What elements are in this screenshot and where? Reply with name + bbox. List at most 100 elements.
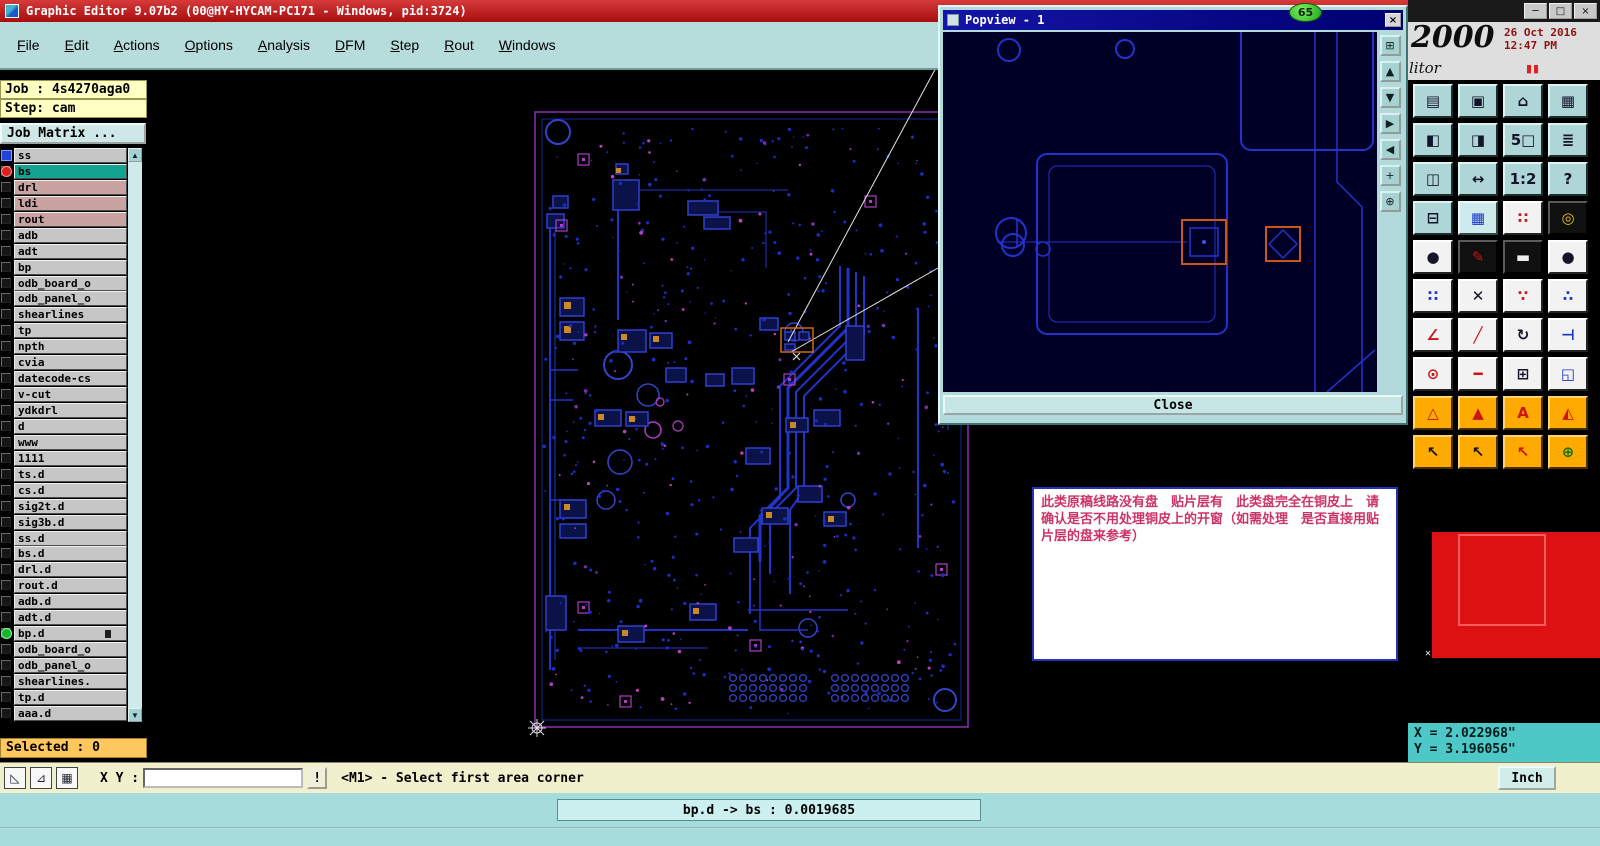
pause-icon[interactable]: ▮▮ (1526, 62, 1540, 75)
pick-tool-icon[interactable]: ⊕ (1548, 435, 1588, 469)
zoom-preset-icon[interactable]: 5□ (1503, 123, 1543, 157)
select-cursor-dot-icon[interactable]: ↖ (1458, 435, 1498, 469)
layer-name[interactable]: sig3b.d (14, 514, 127, 530)
maximize-icon[interactable]: □ (1549, 3, 1572, 19)
layer-row-aaa.d[interactable]: aaa.d (0, 705, 128, 722)
layer-visibility-checkbox[interactable] (1, 707, 11, 718)
alert-button[interactable]: ! (307, 767, 328, 789)
layer-name[interactable]: ldi (14, 195, 127, 211)
xy-input[interactable] (143, 768, 304, 788)
layer-visibility-checkbox[interactable] (1, 373, 11, 384)
layer-row-adb.d[interactable]: adb.d (0, 594, 128, 610)
layer-name[interactable]: www (14, 434, 127, 450)
layer-name[interactable]: ss (14, 148, 127, 163)
layer-row-odb_panel_o[interactable]: odb_panel_o (0, 658, 128, 674)
layer-visibility-checkbox[interactable] (1, 309, 11, 320)
layer-visibility-checkbox[interactable] (1, 389, 11, 400)
layer-row-odb_panel_o[interactable]: odb_panel_o (0, 291, 128, 307)
layer-row-adt[interactable]: adt (0, 243, 128, 260)
small-target-icon[interactable]: ⊙ (1413, 357, 1453, 391)
layer-row-drl.d[interactable]: drl.d (0, 562, 128, 578)
layer-row-ss[interactable]: ss (0, 148, 128, 164)
layer-visibility-checkbox[interactable] (1, 341, 11, 352)
layer-visibility-checkbox[interactable] (1, 293, 11, 304)
layer-name[interactable]: bs (14, 163, 127, 179)
angle-line-icon[interactable]: ∠ (1413, 318, 1453, 352)
layer-name[interactable]: datecode-cs (14, 371, 127, 387)
scroll-down-icon[interactable]: ▼ (128, 708, 142, 722)
layer-scrollbar[interactable]: ▲ ▼ (128, 148, 142, 722)
layer-name[interactable]: odb_panel_o (14, 658, 127, 673)
layer-name[interactable]: v-cut (14, 387, 127, 403)
layer-visibility-checkbox[interactable] (1, 580, 11, 591)
grid-toggle-icon[interactable]: ▦ (56, 767, 78, 789)
menu-edit[interactable]: Edit (56, 34, 98, 56)
triangle-outline-icon[interactable]: △ (1413, 396, 1453, 430)
menu-analysis[interactable]: Analysis (249, 34, 319, 56)
layer-name[interactable]: shearlines. (14, 673, 127, 689)
layer-name[interactable]: d (14, 418, 127, 434)
layer-visibility-checkbox[interactable] (1, 468, 11, 479)
layer-row-1111[interactable]: 1111 (0, 450, 128, 467)
layer-visibility-checkbox[interactable] (1, 261, 11, 272)
layer-name[interactable]: drl.d (14, 562, 127, 578)
delete-icon[interactable]: ✕ (1458, 279, 1498, 313)
layer-visibility-checkbox[interactable] (1, 500, 11, 511)
menu-rout[interactable]: Rout (435, 34, 483, 56)
round-pad-icon[interactable]: ● (1548, 240, 1588, 274)
layer-name[interactable]: rout (14, 211, 127, 227)
layer-visibility-checkbox[interactable] (1, 660, 11, 670)
layer-row-datecode-cs[interactable]: datecode-cs (0, 371, 128, 387)
menu-file[interactable]: File (8, 34, 49, 56)
layer-row-ts.d[interactable]: ts.d (0, 466, 128, 483)
layer-row-shearlines[interactable]: shearlines (0, 307, 128, 323)
layer-visibility-checkbox[interactable] (1, 229, 11, 240)
layer-name[interactable]: odb_board_o (14, 275, 127, 291)
layer-name[interactable]: drl (14, 179, 127, 195)
layer-visibility-checkbox[interactable] (1, 325, 11, 336)
scrollbar-track[interactable] (128, 162, 142, 708)
pad-pattern-icon[interactable]: ∷ (1503, 201, 1543, 235)
snap-target-icon[interactable]: ◎ (1548, 201, 1588, 235)
popview-center-icon[interactable]: + (1379, 165, 1401, 186)
layer-row-v-cut[interactable]: v-cut (0, 387, 128, 403)
layer-name[interactable]: aaa.d (14, 705, 127, 721)
popview-scroll-up-icon[interactable]: ▲ (1379, 61, 1401, 82)
layer-visibility-checkbox[interactable] (1, 516, 11, 527)
layer-row-d[interactable]: d (0, 418, 128, 435)
layer-row-ydkdrl[interactable]: ydkdrl (0, 403, 128, 419)
layer-row-odb_board_o[interactable]: odb_board_o (0, 642, 128, 658)
menu-windows[interactable]: Windows (490, 34, 565, 56)
layer-visibility-checkbox[interactable] (1, 452, 11, 463)
layer-row-tp.d[interactable]: tp.d (0, 689, 128, 706)
layer-visibility-checkbox[interactable] (1, 691, 11, 702)
diagonal-line-icon[interactable]: ╱ (1458, 318, 1498, 352)
layer-row-bs.d[interactable]: bs.d (0, 546, 128, 562)
help-icon[interactable]: ? (1548, 162, 1588, 196)
select-cursor-icon[interactable]: ↖ (1413, 435, 1453, 469)
layer-name[interactable]: shearlines (14, 307, 127, 323)
layer-name[interactable]: cvia (14, 355, 127, 371)
layer-row-bp.d[interactable]: bp.d (0, 626, 128, 642)
layer-visibility-checkbox[interactable] (1, 675, 11, 686)
display-icon[interactable]: ▣ (1458, 84, 1498, 118)
overview-pane[interactable]: ✕ (1408, 530, 1600, 665)
layer-row-odb_board_o[interactable]: odb_board_o (0, 275, 128, 292)
filled-pad-icon[interactable]: ● (1413, 240, 1453, 274)
layer-visibility-checkbox[interactable] (1, 405, 11, 415)
pan-right-icon[interactable]: ◨ (1458, 123, 1498, 157)
layer-name[interactable]: cs.d (14, 482, 127, 498)
menu-actions[interactable]: Actions (105, 34, 169, 56)
popview-scroll-left-icon[interactable]: ◀ (1379, 139, 1401, 160)
layer-name[interactable]: ts.d (14, 466, 127, 482)
layer-row-bp[interactable]: bp (0, 259, 128, 276)
layer-visibility-checkbox[interactable] (1, 181, 11, 192)
report-icon[interactable]: ▤ (1413, 84, 1453, 118)
dots-icon[interactable]: ∵ (1503, 279, 1543, 313)
job-matrix-button[interactable]: Job Matrix ... (0, 123, 146, 144)
menu-step[interactable]: Step (381, 34, 428, 56)
layer-row-cvia[interactable]: cvia (0, 355, 128, 371)
home-view-icon[interactable]: ⌂ (1503, 84, 1543, 118)
layer-name[interactable]: bs.d (14, 546, 127, 562)
layer-row-rout[interactable]: rout (0, 211, 128, 228)
